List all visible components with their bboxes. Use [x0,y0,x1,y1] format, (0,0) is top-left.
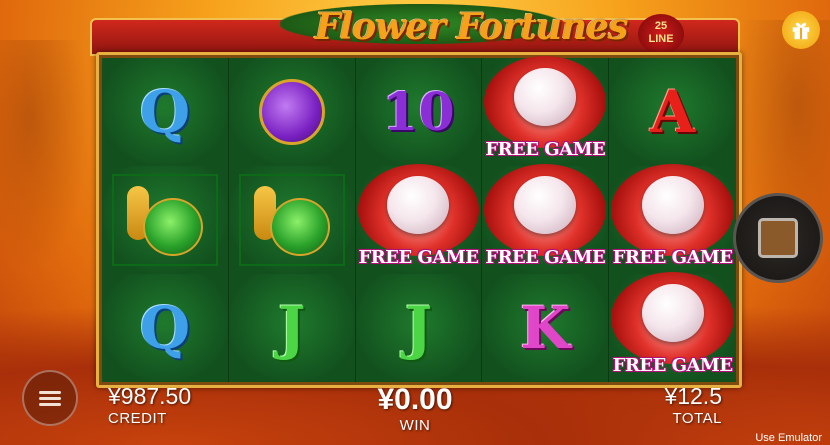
snail-icon [252,184,332,256]
reel-cell: 10 [355,58,483,166]
beetle-icon [258,79,325,145]
credit-label: CREDIT [108,410,167,427]
total-label: TOTAL [672,410,722,427]
game-title: Flower Fortunes [315,6,628,48]
emulator-notice: Use Emulator [755,432,822,444]
free-game-label: FREE GAME [485,247,606,268]
free-game-symbol: FREE GAME [603,162,742,278]
reel-cell [102,166,229,274]
pearl-icon [641,176,704,234]
pearl-icon [514,68,577,126]
symbol-j: J [404,294,433,362]
reel-cell: FREE GAME [355,164,483,274]
credit-value: ¥987.50 [108,383,192,409]
win-display: ¥0.00 WIN [370,383,460,434]
spin-stop-button[interactable] [733,193,823,283]
reel-cell: J [228,274,356,382]
menu-button[interactable] [22,370,78,426]
reels-frame: Q 10 FREE GAME A FREE GAME FREE GAME FREE GAME… [96,52,742,388]
free-game-label: FREE GAME [485,139,606,160]
background-tree-left [0,40,100,300]
line-badge: 25 LINE [638,14,684,54]
reel-cell [228,58,356,166]
reel-cell: FREE GAME [609,164,736,274]
line-badge-number: 25 [654,20,668,32]
reel-cell: FREE GAME [482,164,610,274]
free-game-label: FREE GAME [612,247,733,268]
free-game-symbol: FREE GAME [476,54,614,170]
reel-cell: Q [102,58,229,166]
menu-icon [39,388,61,409]
reel-cell: Q [102,274,229,382]
gift-button[interactable] [782,11,820,49]
total-bet-display: ¥12.5 TOTAL [660,383,722,427]
reels-grid: Q 10 FREE GAME A FREE GAME FREE GAME FREE GAME… [102,56,736,382]
line-badge-label: LINE [648,33,674,45]
symbol-q: Q [139,78,191,146]
reel-cell: A [609,58,736,166]
symbol-q: Q [139,294,191,362]
free-game-label: FREE GAME [358,247,479,268]
reel-cell: FREE GAME [609,272,736,382]
reel-cell: FREE GAME [482,56,610,166]
gift-icon [792,22,810,40]
symbol-j: J [277,294,306,362]
reel-cell: J [355,274,483,382]
credit-display: ¥987.50 CREDIT [108,383,191,427]
pearl-icon [641,284,704,342]
win-value: ¥0.00 [377,383,453,416]
total-value: ¥12.5 [664,383,722,409]
free-game-label: FREE GAME [612,355,733,376]
snail-icon [125,184,205,256]
win-label: WIN [399,417,431,434]
title-banner: Flower Fortunes 25 LINE [70,0,760,58]
free-game-symbol: FREE GAME [603,270,742,386]
reel-cell [228,166,356,274]
free-game-symbol: FREE GAME [350,162,488,278]
reel-cell: K [482,274,610,382]
symbol-a: A [650,78,696,146]
symbol-10: 10 [382,81,455,143]
symbol-k: K [520,294,571,362]
pearl-icon [514,176,577,234]
stop-icon [758,218,798,258]
free-game-symbol: FREE GAME [476,162,614,278]
